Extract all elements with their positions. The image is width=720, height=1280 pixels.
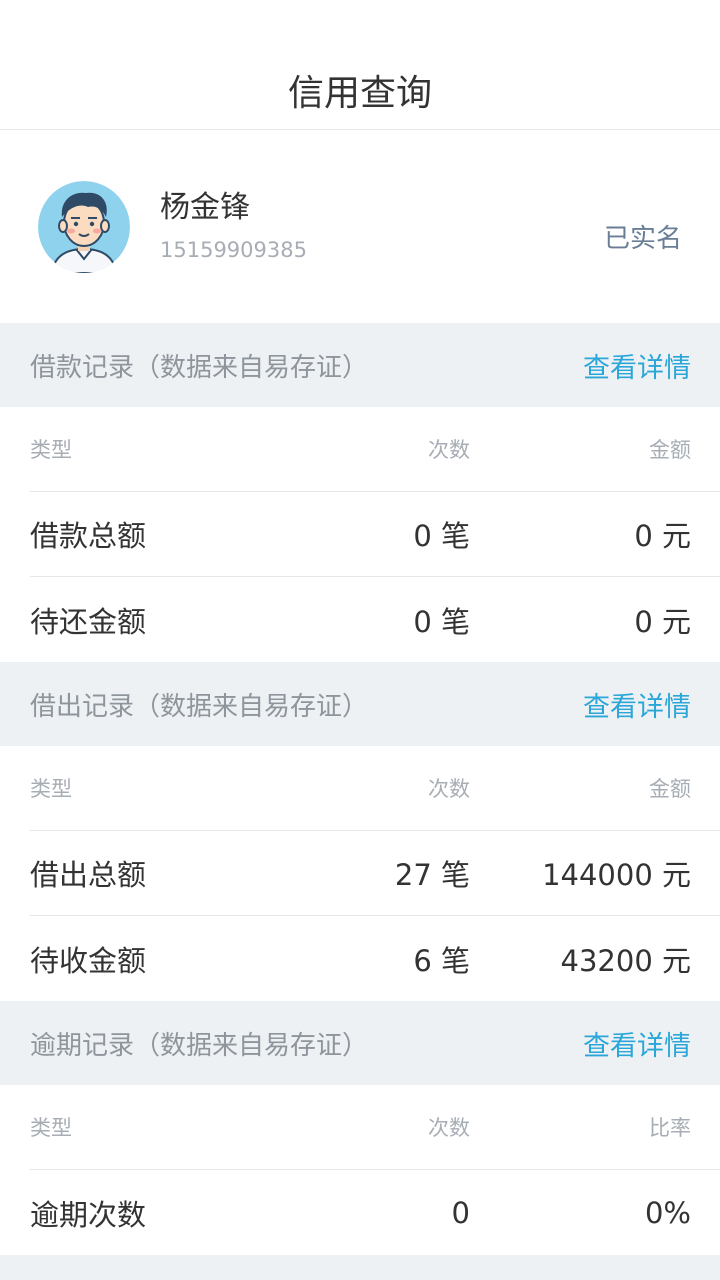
credit-query-page: 信用查询 杨金锋 15159909385 已实名 借款记录（数据来自易存证） 查… [0,0,720,1280]
avatar-illustration [38,180,130,273]
section-title: 借出记录（数据来自易存证） [30,691,369,722]
user-name: 杨金锋 [160,189,250,225]
view-details-link[interactable]: 查看详情 [583,685,691,724]
section-title: 借款记录（数据来自易存证） [30,352,369,383]
profile-text: 杨金锋 15159909385 [160,182,307,262]
section-header-loan-records: 借款记录（数据来自易存证） 查看详情 [0,323,720,407]
loan-records-table: 类型 次数 金额 借款总额 0 笔 0 元 待还金额 0 笔 0 元 [0,407,720,662]
column-header: 类型 [30,438,72,462]
verification-status: 已实名 [603,224,682,254]
user-phone: 15159909385 [160,237,307,262]
row-count: 0 笔 [413,519,470,553]
overdue-records-table: 类型 次数 比率 逾期次数 0 0% [0,1085,720,1255]
row-count: 6 笔 [413,943,470,978]
lending-records-table: 类型 次数 金额 借出总额 27 笔 144000 元 待收金额 6 笔 432… [0,746,720,1001]
view-details-link[interactable]: 查看详情 [583,346,691,385]
table-header-row: 类型 次数 金额 [30,407,720,492]
column-header: 比率 [649,1116,691,1140]
table-row: 借出总额 27 笔 144000 元 [30,831,720,916]
table-header-row: 类型 次数 金额 [30,746,720,831]
row-type: 借款总额 [30,519,147,553]
row-count: 27 笔 [394,858,470,892]
table-row: 逾期次数 0 0% [30,1170,720,1255]
user-profile: 杨金锋 15159909385 已实名 [0,130,720,323]
column-header: 次数 [428,777,470,801]
table-row: 待收金额 6 笔 43200 元 [30,916,720,1001]
column-header: 次数 [428,1116,470,1140]
row-rate: 0% [644,1195,691,1230]
bottom-divider [0,1255,720,1280]
section-title: 逾期记录（数据来自易存证） [30,1030,369,1061]
row-type: 待收金额 [30,943,147,978]
table-header-row: 类型 次数 比率 [30,1085,720,1170]
row-amount: 144000 元 [542,858,691,892]
row-type: 逾期次数 [30,1197,147,1232]
column-header: 金额 [649,777,691,801]
title-bar: 信用查询 [0,0,720,130]
row-amount: 0 元 [634,519,691,553]
row-count: 0 笔 [413,604,470,639]
row-count: 0 [451,1195,470,1230]
column-header: 次数 [428,438,470,462]
column-header: 金额 [649,438,691,462]
table-row: 借款总额 0 笔 0 元 [30,492,720,577]
column-header: 类型 [30,777,72,801]
row-amount: 43200 元 [560,943,691,978]
column-header: 类型 [30,1116,72,1140]
row-amount: 0 元 [634,604,691,639]
section-header-lending-records: 借出记录（数据来自易存证） 查看详情 [0,662,720,746]
row-type: 借出总额 [30,858,147,892]
section-header-overdue-records: 逾期记录（数据来自易存证） 查看详情 [0,1001,720,1085]
view-details-link[interactable]: 查看详情 [583,1024,691,1063]
page-title: 信用查询 [287,72,432,114]
table-row: 待还金额 0 笔 0 元 [30,577,720,662]
row-type: 待还金额 [30,604,147,639]
avatar [38,180,130,273]
